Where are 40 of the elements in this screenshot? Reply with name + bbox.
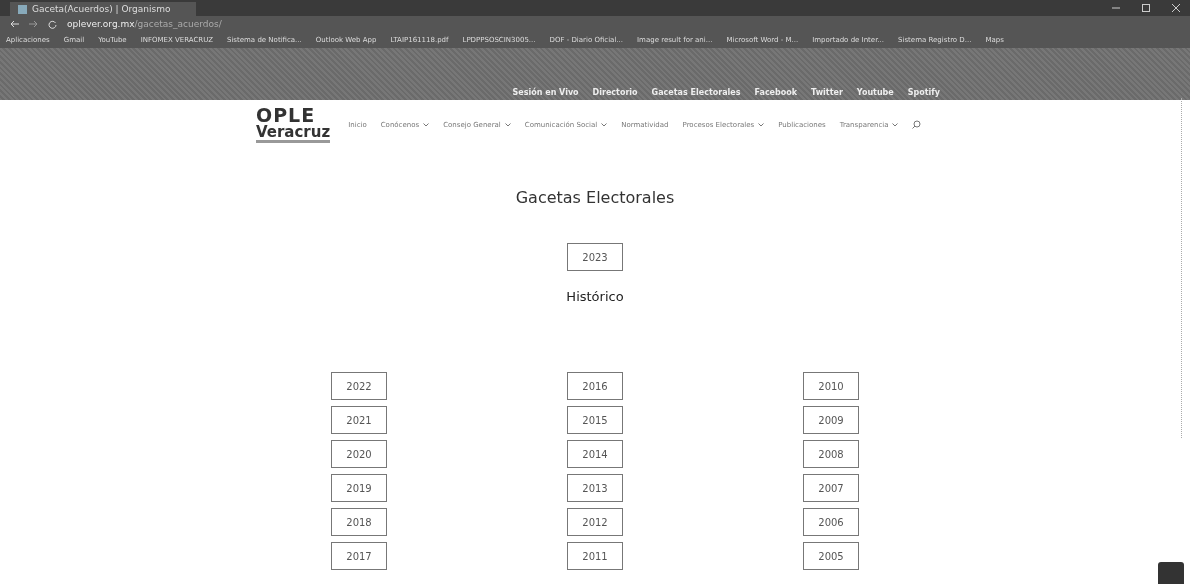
forward-icon[interactable] bbox=[29, 20, 38, 28]
year-button[interactable]: 2009 bbox=[803, 406, 859, 434]
top-link[interactable]: Directorio bbox=[592, 88, 638, 97]
year-button[interactable]: 2014 bbox=[567, 440, 623, 468]
year-button[interactable]: 2021 bbox=[331, 406, 387, 434]
search-icon[interactable] bbox=[912, 120, 922, 129]
section-heading: Histórico bbox=[566, 289, 624, 304]
year-button[interactable]: 2023 bbox=[567, 243, 623, 271]
year-button[interactable]: 2012 bbox=[567, 508, 623, 536]
reload-icon[interactable] bbox=[48, 19, 57, 29]
browser-tab[interactable]: Gaceta(Acuerdos) | Organismo bbox=[10, 2, 196, 16]
year-button[interactable]: 2011 bbox=[567, 542, 623, 570]
tab-title: Gaceta(Acuerdos) | Organismo bbox=[32, 4, 171, 14]
minimize-icon[interactable] bbox=[1112, 4, 1120, 12]
year-button[interactable]: 2010 bbox=[803, 372, 859, 400]
year-button[interactable]: 2015 bbox=[567, 406, 623, 434]
year-button[interactable]: 2017 bbox=[331, 542, 387, 570]
year-button[interactable]: 2006 bbox=[803, 508, 859, 536]
top-link[interactable]: Facebook bbox=[754, 88, 798, 97]
favicon-icon bbox=[18, 4, 27, 14]
top-link[interactable]: Twitter bbox=[811, 88, 843, 97]
year-button[interactable]: 2018 bbox=[331, 508, 387, 536]
top-link[interactable]: Youtube bbox=[856, 88, 894, 97]
year-button[interactable]: 2008 bbox=[803, 440, 859, 468]
logo[interactable]: OPLE Veracruz bbox=[256, 106, 331, 143]
page-title: Gacetas Electorales bbox=[515, 188, 675, 207]
back-icon[interactable] bbox=[10, 20, 19, 28]
year-button[interactable]: 2016 bbox=[567, 372, 623, 400]
top-link[interactable]: Sesión en Vivo bbox=[512, 88, 579, 97]
top-link[interactable]: Gacetas Electorales bbox=[651, 88, 741, 97]
year-button[interactable]: 2005 bbox=[803, 542, 859, 570]
top-link[interactable]: Spotify bbox=[907, 88, 940, 97]
address-field[interactable]: oplever.org.mx/gacetas_acuerdos/ bbox=[67, 19, 222, 29]
close-icon[interactable] bbox=[1172, 4, 1180, 12]
maximize-icon[interactable] bbox=[1142, 4, 1150, 12]
year-button[interactable]: 2020 bbox=[331, 440, 387, 468]
year-button[interactable]: 2019 bbox=[331, 474, 387, 502]
year-button[interactable]: 2022 bbox=[331, 372, 387, 400]
year-button[interactable]: 2007 bbox=[803, 474, 859, 502]
year-button[interactable]: 2013 bbox=[567, 474, 623, 502]
